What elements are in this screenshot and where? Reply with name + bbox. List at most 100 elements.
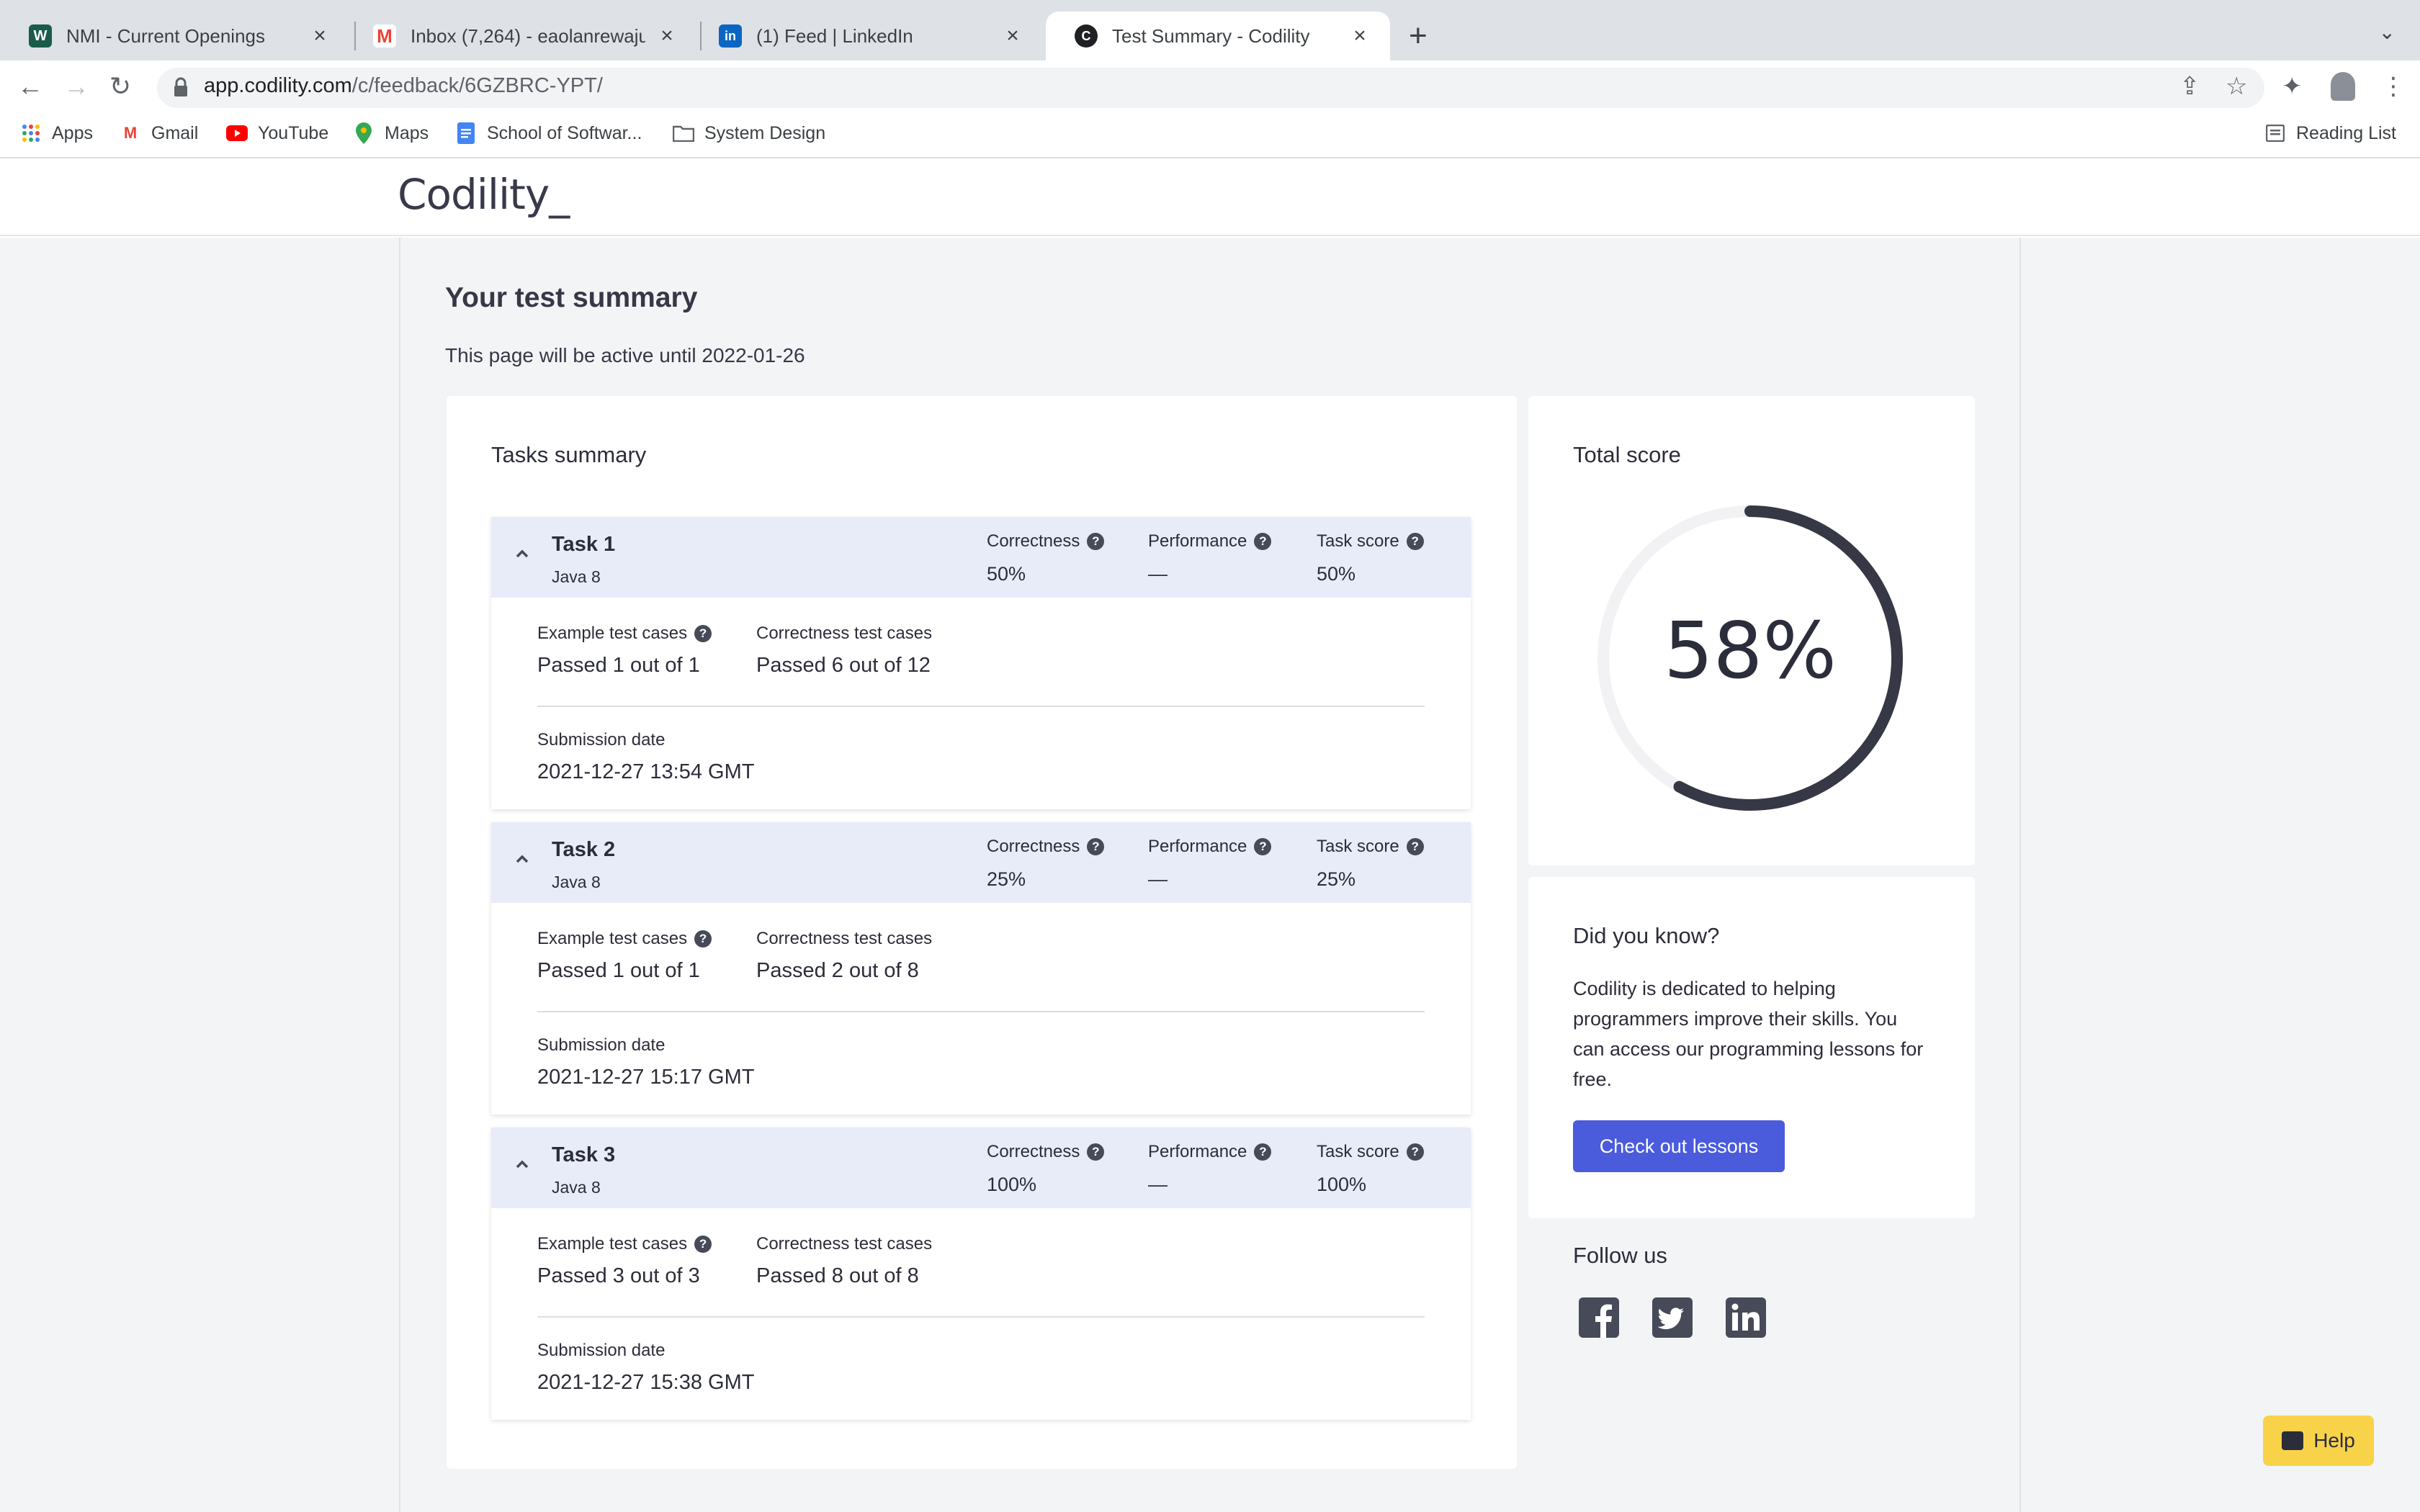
correctness-cases-label: Correctness test cases (756, 1234, 933, 1254)
site-header (0, 158, 2420, 236)
new-tab-button[interactable]: + (1409, 20, 1428, 52)
chevron-up-icon[interactable] (514, 1156, 530, 1172)
reload-icon[interactable]: ↻ (109, 71, 131, 102)
example-cases-value: Passed 1 out of 1 (537, 959, 700, 982)
close-icon[interactable]: × (655, 24, 678, 48)
codility-icon: C (1075, 24, 1098, 48)
chevron-up-icon[interactable] (514, 546, 530, 562)
bookmark-label: Maps (385, 122, 429, 143)
total-score-title: Total score (1573, 442, 1681, 467)
help-icon[interactable]: ? (1406, 533, 1424, 550)
help-icon[interactable]: ? (1254, 533, 1272, 550)
browser-tab-linkedin[interactable]: in (1) Feed | LinkedIn × (690, 12, 1043, 60)
tab-title: NMI - Current Openings (66, 24, 265, 47)
help-icon[interactable]: ? (1254, 1143, 1272, 1161)
chevron-up-icon[interactable] (514, 851, 530, 867)
task-header[interactable]: Task 2 Java 8 Correctness? 25% Performan… (491, 822, 1471, 903)
correctness-value: 50% (987, 563, 1026, 585)
performance-label: Performance? (1148, 837, 1272, 857)
performance-value: — (1148, 1174, 1168, 1195)
task-score-label: Task score? (1317, 1142, 1424, 1162)
close-icon[interactable]: × (1001, 24, 1024, 48)
divider (537, 1316, 1425, 1318)
star-icon[interactable]: ☆ (2226, 72, 2247, 101)
url-text[interactable]: app.codility.com/c/feedback/6GZBRC-YPT/ (204, 74, 603, 98)
performance-value: — (1148, 563, 1168, 585)
example-cases-value: Passed 1 out of 1 (537, 654, 700, 677)
help-icon[interactable]: ? (694, 625, 712, 642)
browser-tab-nmi[interactable]: W NMI - Current Openings × (0, 12, 350, 60)
lock-icon (174, 77, 187, 96)
twitter-icon[interactable] (1651, 1296, 1694, 1339)
help-icon[interactable]: ? (1406, 1143, 1424, 1161)
task-score-label-text: Task score (1317, 837, 1399, 856)
help-icon[interactable]: ? (694, 930, 712, 948)
codility-logo[interactable]: Codility_ (398, 170, 570, 219)
submission-date-value: 2021-12-27 13:54 GMT (537, 760, 755, 783)
browser-tab-gmail[interactable]: M Inbox (7,264) - eaolanrewaju@ × (344, 12, 697, 60)
help-icon[interactable]: ? (1087, 838, 1105, 855)
example-cases-label: Example test cases? (537, 929, 712, 949)
correctness-cases-value: Passed 6 out of 12 (756, 654, 931, 677)
folder-icon (673, 122, 694, 144)
help-button[interactable]: Help (2263, 1416, 2374, 1466)
linkedin-icon[interactable] (1724, 1296, 1767, 1339)
tasks-summary-title: Tasks summary (491, 442, 647, 467)
task-header[interactable]: Task 1 Java 8 Correctness? 50% Performan… (491, 517, 1471, 598)
help-icon[interactable]: ? (1254, 838, 1272, 855)
bookmark-system-design[interactable]: System Design (673, 122, 825, 144)
task-name: Task 3 (552, 1143, 616, 1166)
bookmark-maps[interactable]: Maps (353, 122, 429, 144)
task-card: Task 2 Java 8 Correctness? 25% Performan… (491, 822, 1471, 1115)
close-icon[interactable]: × (1348, 24, 1371, 48)
menu-icon[interactable]: ⋮ (2381, 72, 2406, 101)
avatar[interactable] (2331, 72, 2355, 101)
back-icon[interactable]: ← (17, 71, 43, 102)
nmi-icon: W (29, 24, 52, 48)
url-path: /c/feedback/6GZBRC-YPT/ (351, 74, 603, 97)
help-button-label: Help (2313, 1429, 2355, 1452)
submission-date-value: 2021-12-27 15:17 GMT (537, 1066, 755, 1089)
bookmark-gmail[interactable]: M Gmail (120, 122, 198, 144)
bookmark-apps[interactable]: Apps (20, 122, 93, 144)
did-you-know-text: Codility is dedicated to helping program… (1573, 978, 1924, 1090)
correctness-value: 100% (987, 1174, 1037, 1195)
bookmark-school[interactable]: School of Softwar... (455, 122, 642, 144)
bookmark-youtube[interactable]: YouTube (226, 122, 328, 144)
bookmark-label: School of Softwar... (487, 122, 642, 143)
bookmark-label: Gmail (151, 122, 199, 143)
forward-icon[interactable]: → (63, 71, 89, 102)
chevron-down-icon[interactable]: ⌄ (2379, 20, 2396, 44)
task-language: Java 8 (552, 873, 601, 891)
example-cases-value: Passed 3 out of 3 (537, 1264, 700, 1287)
task-score-label: Task score? (1317, 837, 1424, 857)
correctness-label: Correctness? (987, 1142, 1105, 1162)
task-card: Task 1 Java 8 Correctness? 50% Performan… (491, 517, 1471, 809)
task-score-label-text: Task score (1317, 531, 1399, 551)
reading-list-label: Reading List (2296, 122, 2396, 143)
share-icon[interactable]: ⇪ (2179, 72, 2200, 101)
extensions-icon[interactable]: ✦ (2282, 72, 2303, 101)
youtube-icon (226, 122, 248, 144)
help-icon[interactable]: ? (694, 1236, 712, 1253)
correctness-cases-value: Passed 2 out of 8 (756, 959, 919, 982)
browser-tab-codility[interactable]: C Test Summary - Codility × (1046, 12, 1390, 60)
page-title: Your test summary (445, 282, 698, 313)
facebook-icon[interactable] (1577, 1296, 1621, 1339)
reading-list-button[interactable]: Reading List (2264, 122, 2396, 144)
help-icon[interactable]: ? (1406, 838, 1424, 855)
close-icon[interactable]: × (308, 24, 331, 48)
task-score-value: 50% (1317, 563, 1356, 585)
performance-label-text: Performance (1148, 1142, 1247, 1161)
maps-icon (353, 122, 375, 144)
help-icon[interactable]: ? (1087, 533, 1105, 550)
did-you-know-title: Did you know? (1573, 923, 1720, 948)
correctness-value: 25% (987, 868, 1026, 890)
help-icon[interactable]: ? (1087, 1143, 1105, 1161)
example-cases-label-text: Example test cases (537, 624, 688, 643)
submission-date-label: Submission date (537, 1341, 666, 1360)
example-cases-label-text: Example test cases (537, 929, 688, 948)
task-header[interactable]: Task 3 Java 8 Correctness? 100% Performa… (491, 1128, 1471, 1208)
correctness-label: Correctness? (987, 837, 1105, 857)
check-out-lessons-button[interactable]: Check out lessons (1573, 1120, 1785, 1172)
